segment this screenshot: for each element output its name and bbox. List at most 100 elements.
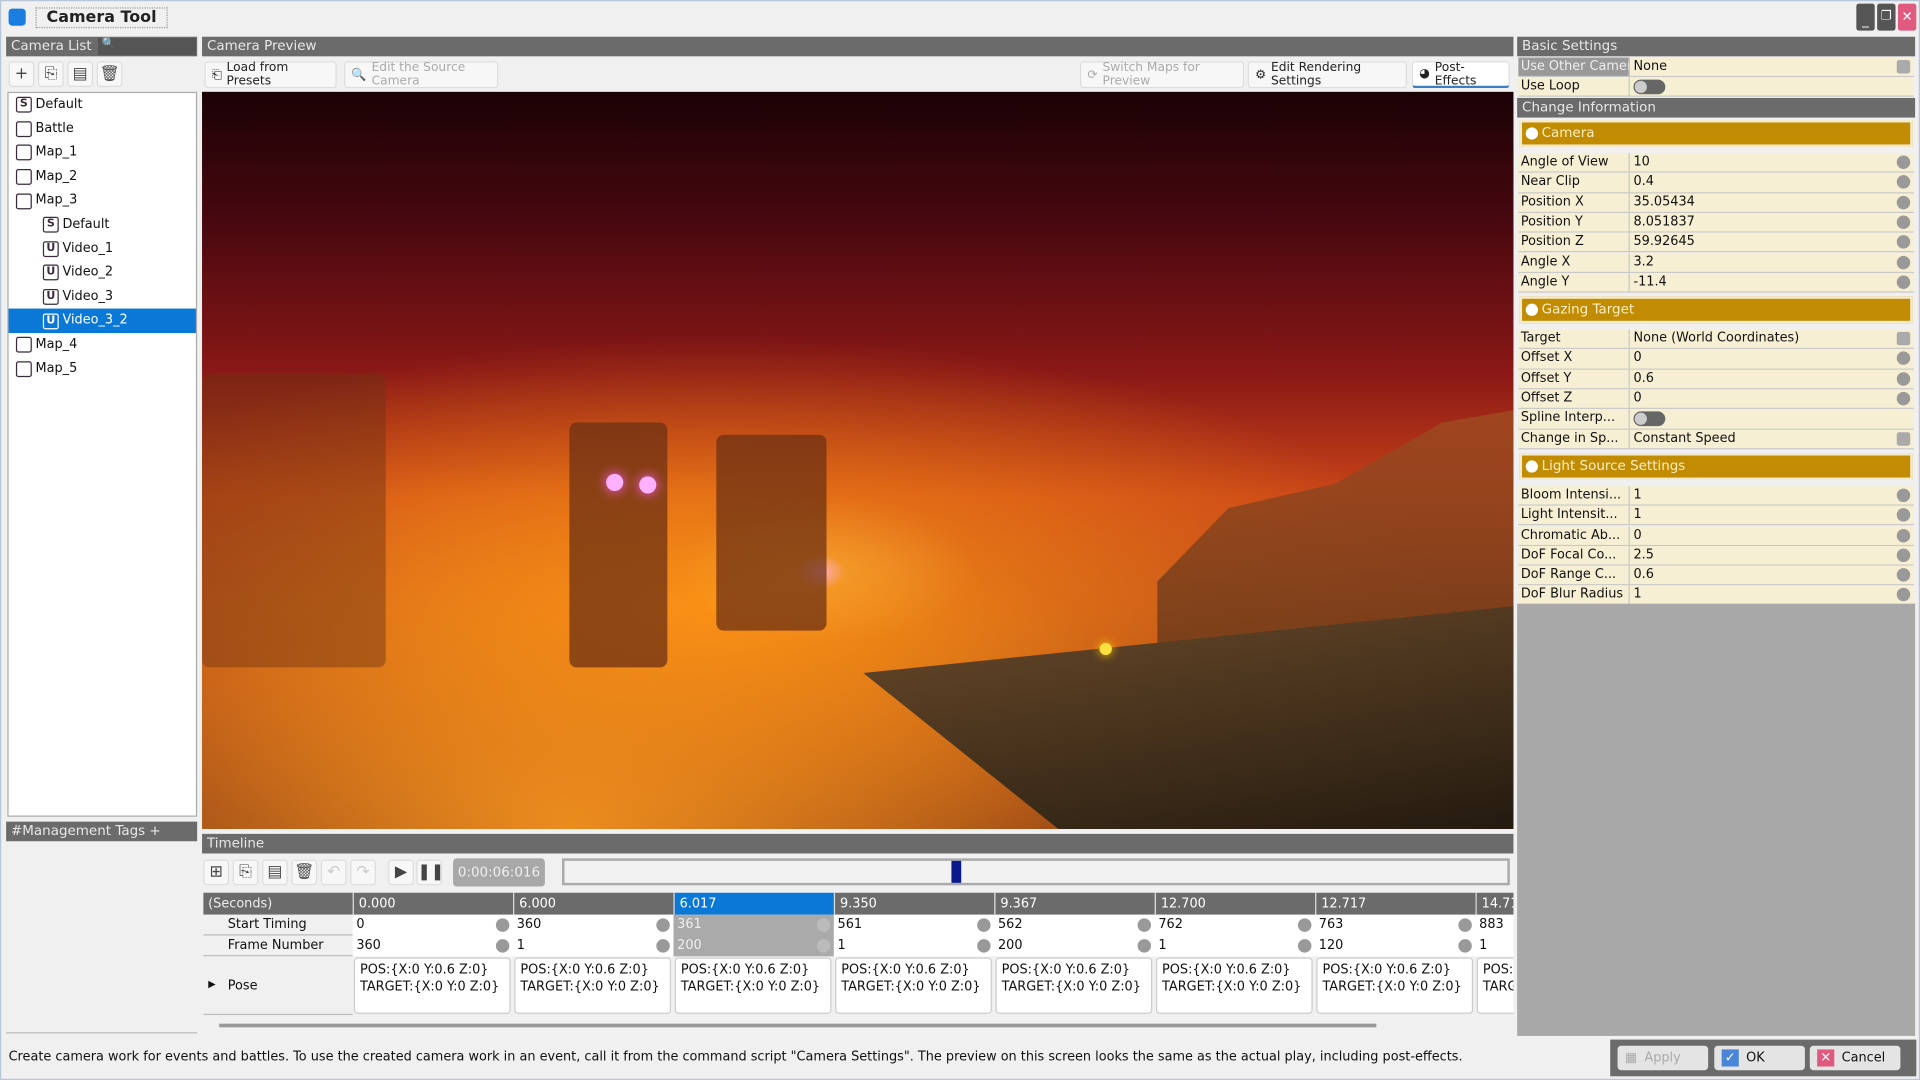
- apply-button[interactable]: ▦ Apply: [1617, 1045, 1709, 1071]
- spinner-icon[interactable]: [1896, 391, 1911, 406]
- keyframe-start-cell[interactable]: 361: [673, 914, 834, 936]
- property-value-field[interactable]: 0.4: [1630, 173, 1914, 192]
- ok-button[interactable]: ✓ OK: [1714, 1045, 1805, 1071]
- spinner-icon[interactable]: [1896, 488, 1911, 502]
- spinner-icon[interactable]: [1896, 371, 1911, 386]
- tree-item[interactable]: S Default: [9, 213, 196, 237]
- spinner-icon[interactable]: [1896, 275, 1911, 289]
- property-value-field[interactable]: 1: [1630, 486, 1914, 505]
- keyframe-start-cell[interactable]: 883: [1475, 914, 1514, 936]
- edit-source-camera-button[interactable]: 🔍 Edit the Source Camera: [344, 61, 499, 89]
- spinner-icon[interactable]: [1896, 255, 1911, 269]
- spinner-icon[interactable]: [495, 918, 510, 932]
- edit-rendering-settings-button[interactable]: ⚙ Edit Rendering Settings: [1247, 61, 1407, 89]
- redo-icon[interactable]: ↷: [350, 859, 376, 886]
- keyframe-frame-cell[interactable]: 120: [1315, 935, 1476, 957]
- add-keyframe-button[interactable]: ⊞: [203, 859, 229, 886]
- property-value-field[interactable]: 1: [1630, 506, 1914, 525]
- pose-cell[interactable]: POS:{X:0 Y:0.6 Z:0} TARGET:{X:0 Y:0 Z:0}: [835, 957, 992, 1014]
- dropdown-arrow-icon[interactable]: [1896, 431, 1911, 446]
- keyframe-frame-cell[interactable]: 1: [1154, 935, 1316, 957]
- property-value-field[interactable]: 10: [1630, 153, 1914, 172]
- trash-button[interactable]: 🗑: [96, 61, 123, 87]
- minimize-button[interactable]: _: [1856, 3, 1875, 31]
- pause-button[interactable]: ❚❚: [416, 859, 444, 886]
- property-value-field[interactable]: 1: [1630, 586, 1914, 605]
- keyframe-start-cell[interactable]: 562: [994, 914, 1155, 936]
- spinner-icon[interactable]: [1297, 918, 1312, 932]
- spinner-icon[interactable]: [1297, 939, 1312, 953]
- copy-button[interactable]: ⎘: [37, 61, 64, 87]
- tree-item[interactable]: Map_5: [9, 357, 196, 381]
- property-value-field[interactable]: 2.5: [1630, 546, 1914, 565]
- pose-cell[interactable]: POS:{X:0 Y:0.6 Z:0} TARGET:{X:0 Y:0 Z:0}: [1155, 957, 1313, 1014]
- spinner-icon[interactable]: [1896, 568, 1911, 582]
- pose-cell[interactable]: POS:{X:0 Y:0.6 Z:0} TARGET:{X:0 Y:0 Z:0}: [1476, 957, 1514, 1014]
- spinner-icon[interactable]: [656, 918, 670, 932]
- camera-search-input[interactable]: 🔍: [97, 37, 196, 56]
- keyframe-start-cell[interactable]: 763: [1315, 914, 1476, 936]
- post-effects-button[interactable]: ◕ Post-Effects: [1411, 61, 1510, 89]
- camera-preview-viewport[interactable]: [202, 91, 1514, 829]
- property-value-field[interactable]: 59.92645: [1630, 233, 1914, 252]
- column-time-header[interactable]: 0.000: [352, 892, 514, 915]
- property-value-field[interactable]: 8.051837: [1630, 213, 1914, 232]
- spinner-icon[interactable]: [1896, 195, 1911, 209]
- property-value-field[interactable]: None (World Coordinates): [1630, 330, 1914, 349]
- column-time-header[interactable]: 6.017: [673, 892, 834, 915]
- spinner-icon[interactable]: [816, 939, 831, 953]
- section-header-light-source-settings[interactable]: Light Source Settings: [1519, 452, 1913, 480]
- column-time-header[interactable]: 14.717: [1475, 892, 1514, 915]
- use-loop-toggle[interactable]: [1633, 78, 1666, 94]
- tree-item[interactable]: U Video_3_2: [8, 308, 196, 333]
- undo-icon[interactable]: ↶: [320, 859, 347, 886]
- dropdown-arrow-icon[interactable]: [1896, 331, 1911, 346]
- tree-item[interactable]: U Video_3: [9, 285, 196, 309]
- property-value-field[interactable]: 0.6: [1630, 369, 1914, 388]
- pose-cell[interactable]: POS:{X:0 Y:0.6 Z:0} TARGET:{X:0 Y:0 Z:0}: [674, 957, 832, 1014]
- section-header-camera[interactable]: Camera: [1519, 120, 1913, 147]
- property-value-field[interactable]: Constant Speed: [1630, 429, 1914, 448]
- tree-item[interactable]: Map_2: [9, 165, 196, 189]
- keyframe-frame-cell[interactable]: 1: [513, 935, 674, 957]
- load-from-presets-button[interactable]: ⎗ Load from Presets: [204, 61, 337, 89]
- column-time-header[interactable]: 12.717: [1315, 892, 1476, 915]
- spinner-icon[interactable]: [1896, 235, 1911, 249]
- property-value-field[interactable]: 0.6: [1630, 566, 1914, 585]
- keyframe-start-cell[interactable]: 360: [513, 914, 674, 936]
- close-button[interactable]: ✕: [1897, 3, 1917, 31]
- tree-item[interactable]: U Video_1: [9, 237, 196, 261]
- spinner-icon[interactable]: [1896, 548, 1911, 562]
- pose-cell[interactable]: POS:{X:0 Y:0.6 Z:0} TARGET:{X:0 Y:0 Z:0}: [514, 957, 672, 1014]
- section-header-gazing-target[interactable]: Gazing Target: [1519, 296, 1913, 324]
- tree-item[interactable]: Map_1: [9, 141, 196, 165]
- toggle-switch[interactable]: [1633, 411, 1666, 426]
- spinner-icon[interactable]: [1896, 215, 1911, 229]
- keyframe-start-cell[interactable]: 0: [352, 914, 514, 936]
- tree-item[interactable]: U Video_2: [9, 261, 196, 285]
- paste-button[interactable]: ▤: [67, 61, 94, 87]
- restore-button[interactable]: ❐: [1877, 3, 1896, 31]
- keyframe-frame-cell[interactable]: 200: [994, 935, 1155, 957]
- spinner-icon[interactable]: [1458, 939, 1472, 953]
- copy-keyframe-button[interactable]: ⎘: [232, 859, 259, 886]
- spinner-icon[interactable]: [1896, 588, 1911, 602]
- property-value-field[interactable]: 0: [1630, 349, 1914, 368]
- spinner-icon[interactable]: [977, 918, 991, 932]
- use-other-camera-select[interactable]: None: [1630, 58, 1914, 77]
- column-time-header[interactable]: 9.367: [994, 892, 1155, 915]
- spinner-icon[interactable]: [1458, 918, 1472, 932]
- spinner-icon[interactable]: [1137, 939, 1152, 953]
- column-time-header[interactable]: 12.700: [1154, 892, 1316, 915]
- property-value-field[interactable]: [1630, 409, 1914, 428]
- spinner-icon[interactable]: [656, 939, 670, 953]
- scrubber-handle[interactable]: [951, 860, 961, 883]
- property-value-field[interactable]: -11.4: [1630, 273, 1914, 292]
- spinner-icon[interactable]: [816, 918, 831, 932]
- switch-maps-button[interactable]: ⟳ Switch Maps for Preview: [1080, 61, 1245, 89]
- plus-button[interactable]: +: [8, 61, 35, 87]
- cancel-button[interactable]: ✕ Cancel: [1809, 1045, 1901, 1071]
- notes-area[interactable]: [6, 842, 198, 1034]
- keyframe-frame-cell[interactable]: 200: [673, 935, 834, 957]
- spinner-icon[interactable]: [1896, 155, 1911, 169]
